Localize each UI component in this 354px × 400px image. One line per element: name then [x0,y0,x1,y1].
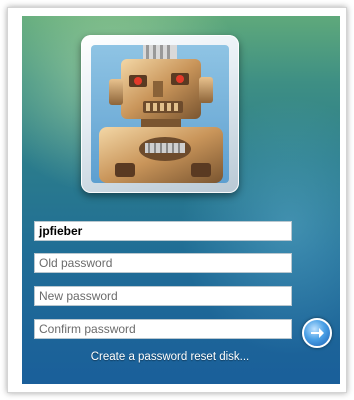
confirm-password-input[interactable]: Confirm password [34,319,292,339]
old-password-input[interactable]: Old password [34,253,292,273]
username-field: jpfieber [34,221,292,241]
robot-icon [91,45,229,183]
new-password-input[interactable]: New password [34,286,292,306]
arrow-right-icon [311,328,324,338]
user-avatar-frame [81,35,239,193]
reset-disk-link[interactable]: Create a password reset disk... [22,351,318,363]
submit-button[interactable] [302,318,332,348]
change-password-panel: jpfieber Old password New password Confi… [22,16,340,384]
